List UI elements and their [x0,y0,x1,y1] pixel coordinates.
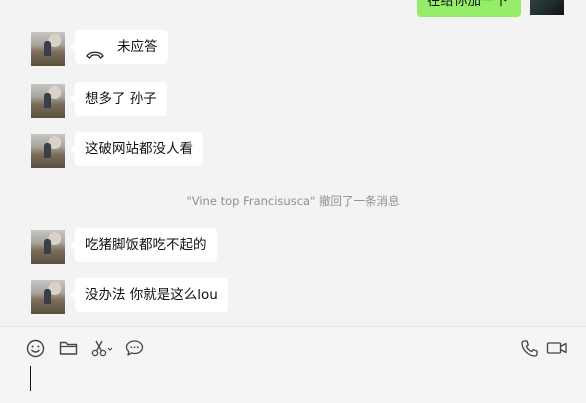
contact-avatar[interactable] [31,32,65,66]
message-bubble[interactable]: 吃猪脚饭都吃不起的 [70,228,217,262]
message-bubble[interactable]: 想多了 孙子 [70,82,167,116]
recall-notice-text: 撤回了一条消息 [315,194,400,208]
contact-avatar[interactable] [31,230,65,264]
message-bubble[interactable]: 没办法 你就是这么lou [70,278,228,312]
text-input-caret[interactable] [30,366,31,391]
phone-hangup-icon [85,40,105,59]
message-composer [0,327,586,403]
message-text: 想多了 孙子 [85,91,157,107]
message-row: 这破网站都没人看 [0,132,586,172]
contact-avatar[interactable] [31,134,65,168]
phone-icon[interactable] [519,338,539,358]
message-row: 没办法 你就是这么lou [0,278,586,318]
folder-icon[interactable] [58,338,78,358]
message-row: 吃猪脚饭都吃不起的 [0,228,586,268]
outgoing-message-bubble[interactable]: 在给你加一下 [417,0,521,17]
message-text: 这破网站都没人看 [85,141,193,157]
my-avatar[interactable] [530,0,564,15]
emoji-icon[interactable] [25,338,45,358]
message-text: 吃猪脚饭都吃不起的 [85,237,207,253]
chat-bubble-icon[interactable] [124,338,144,358]
scissors-icon[interactable] [90,338,114,358]
recall-notice-name[interactable]: "Vine top Francisusca" [186,194,315,208]
message-bubble[interactable]: 未应答 [70,30,168,64]
chat-history: 在给你加一下 未应答 想多了 孙子 这破网站都没人看 "Vine top Fra… [0,0,586,326]
message-row: 未应答 [0,30,586,70]
message-row: 想多了 孙子 [0,82,586,122]
message-bubble[interactable]: 这破网站都没人看 [70,132,203,166]
contact-avatar[interactable] [31,84,65,118]
video-call-icon[interactable] [546,338,568,358]
message-text: 未应答 [117,39,158,55]
contact-avatar[interactable] [31,280,65,314]
outgoing-message-text: 在给你加一下 [427,0,508,9]
recall-notice: "Vine top Francisusca" 撤回了一条消息 [0,193,586,209]
message-text: 没办法 你就是这么lou [85,287,218,303]
